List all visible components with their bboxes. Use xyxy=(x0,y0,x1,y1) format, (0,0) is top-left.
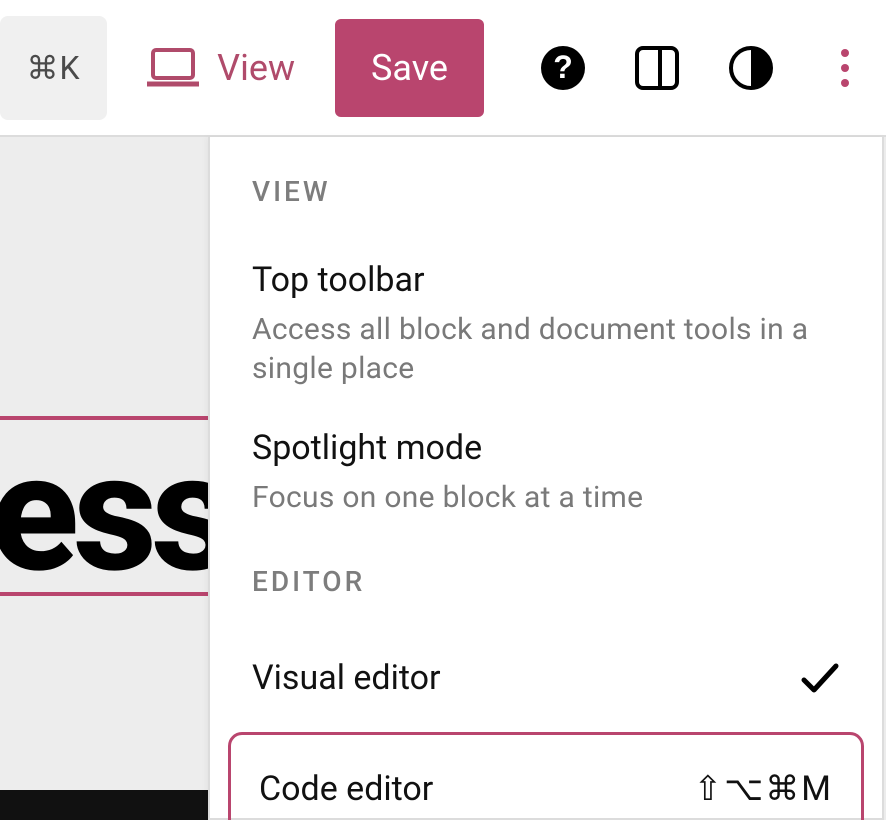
view-button[interactable]: View xyxy=(137,47,305,89)
toolbar-icon-group: ? xyxy=(540,45,868,91)
save-button[interactable]: Save xyxy=(335,19,484,117)
command-palette-shortcut: ⌘K xyxy=(27,49,81,87)
contrast-icon xyxy=(728,45,774,91)
laptop-icon xyxy=(147,48,199,88)
more-options-button[interactable] xyxy=(822,45,868,91)
command-palette-button[interactable]: ⌘K xyxy=(0,16,107,120)
view-button-label: View xyxy=(217,47,295,89)
save-button-label: Save xyxy=(371,47,448,89)
menu-item-label: Code editor xyxy=(259,769,433,809)
menu-section-view: VIEW xyxy=(210,175,882,242)
menu-item-description: Access all block and document tools in a… xyxy=(252,310,840,388)
menu-item-top-toolbar[interactable]: Top toolbar Access all block and documen… xyxy=(210,242,882,410)
kebab-menu-icon xyxy=(838,45,852,91)
menu-item-description: Focus on one block at a time xyxy=(252,478,840,517)
help-button[interactable]: ? xyxy=(540,45,586,91)
contrast-button[interactable] xyxy=(728,45,774,91)
page-heading-fragment: ess xyxy=(0,432,229,596)
sidebar-toggle-button[interactable] xyxy=(634,45,680,91)
menu-item-spotlight-mode[interactable]: Spotlight mode Focus on one block at a t… xyxy=(210,410,882,539)
help-icon: ? xyxy=(540,45,586,91)
menu-item-visual-editor[interactable]: Visual editor xyxy=(210,632,882,724)
options-dropdown-menu: VIEW Top toolbar Access all block and do… xyxy=(208,137,884,820)
keyboard-shortcut: ⇧⌥⌘M xyxy=(694,769,833,809)
editor-toolbar: ⌘K View Save ? xyxy=(0,0,886,135)
menu-section-editor: EDITOR xyxy=(210,539,882,632)
menu-item-title: Top toolbar xyxy=(252,260,840,300)
editor-canvas-area: ess VIEW Top toolbar Access all block an… xyxy=(0,135,886,820)
dark-image-strip xyxy=(0,790,208,820)
menu-item-label: Visual editor xyxy=(252,658,441,698)
divider-line xyxy=(0,592,208,596)
menu-item-title: Spotlight mode xyxy=(252,428,840,468)
checkmark-icon xyxy=(800,662,840,694)
svg-text:?: ? xyxy=(553,49,573,85)
menu-item-code-editor[interactable]: Code editor ⇧⌥⌘M xyxy=(228,732,864,820)
panel-icon xyxy=(634,45,680,91)
